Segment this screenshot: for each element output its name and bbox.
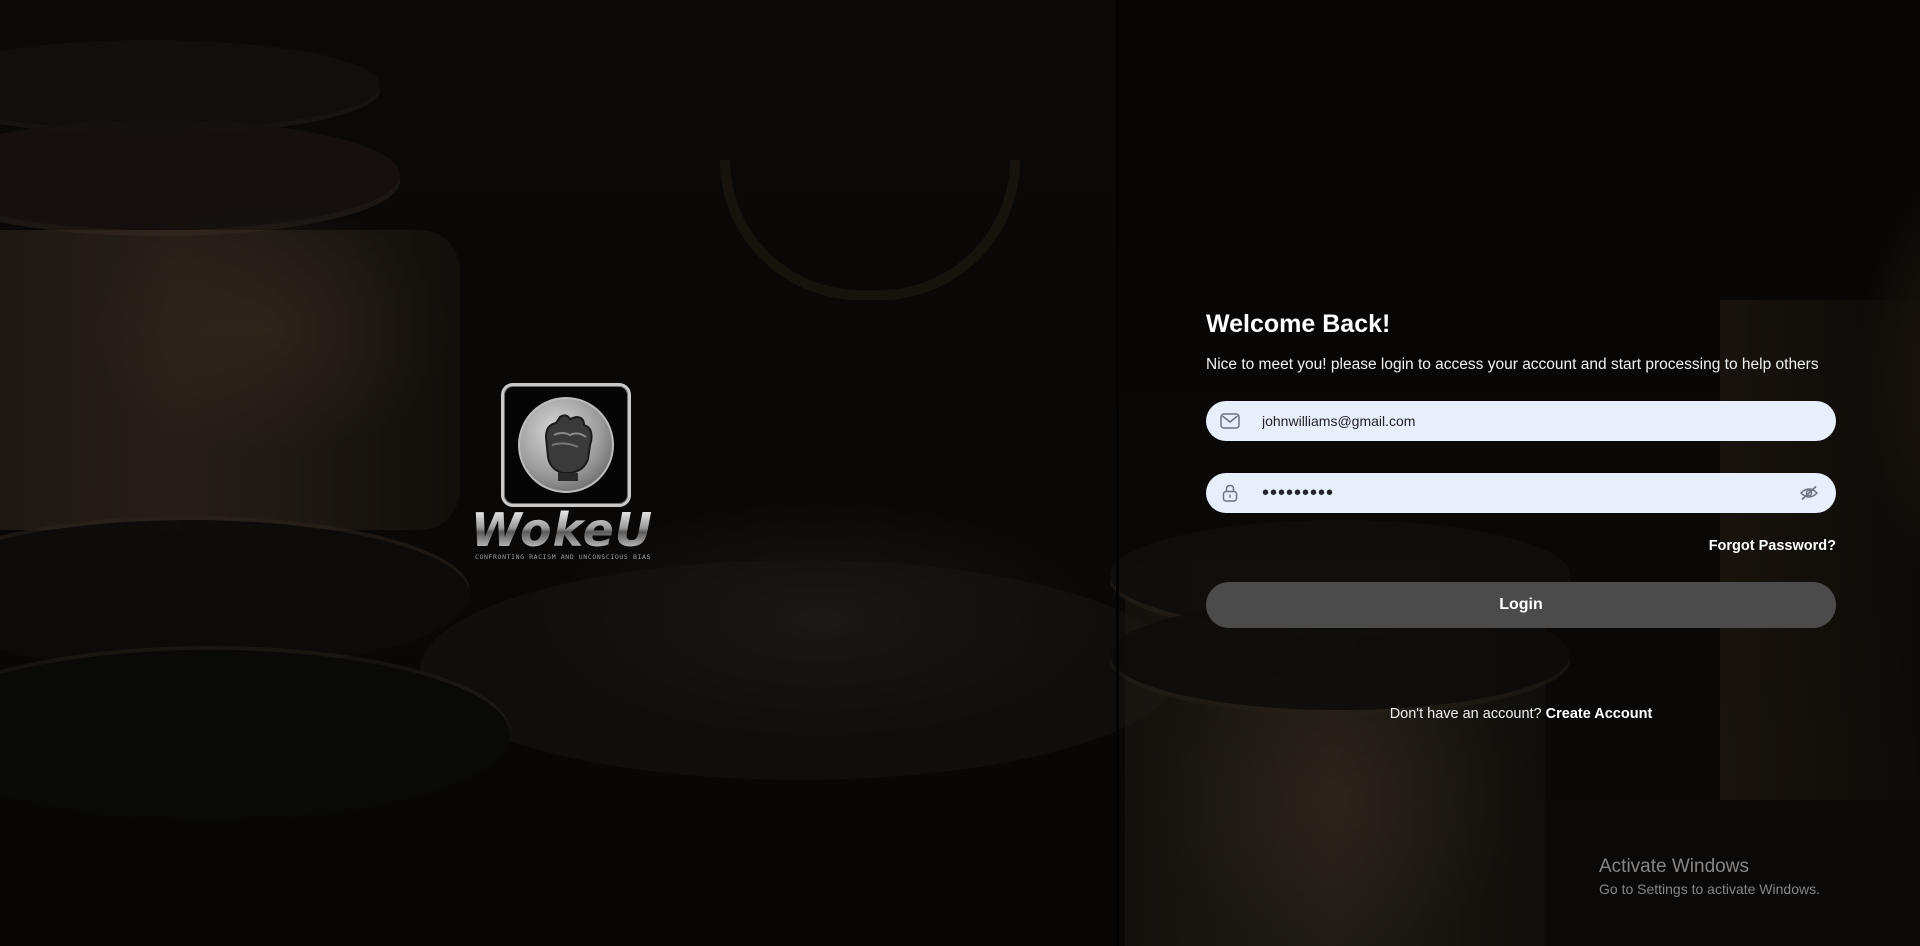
forgot-password-row: Forgot Password? [1206, 537, 1836, 555]
lock-icon [1220, 483, 1240, 503]
brand-logo: WokeU CONFRONTING RACISM AND UNCONSCIOUS… [455, 383, 669, 563]
mail-icon [1220, 411, 1240, 431]
windows-activation-watermark: Activate Windows Go to Settings to activ… [1599, 855, 1820, 898]
page-title: Welcome Back! [1206, 310, 1391, 338]
email-field[interactable] [1206, 401, 1836, 441]
fist-icon [518, 397, 614, 493]
panel-divider [1116, 0, 1119, 946]
password-input[interactable] [1262, 474, 1798, 512]
eye-off-icon[interactable] [1798, 482, 1820, 504]
password-field[interactable] [1206, 473, 1836, 513]
watermark-title: Activate Windows [1599, 856, 1749, 877]
watermark-subtitle: Go to Settings to activate Windows. [1599, 881, 1820, 897]
signup-row: Don't have an account? Create Account [1206, 706, 1836, 722]
sound-block-decoration [420, 560, 1180, 780]
login-form: Welcome Back! Nice to meet you! please l… [1206, 308, 1836, 722]
brand-tagline: CONFRONTING RACISM AND UNCONSCIOUS BIAS [474, 553, 652, 561]
page-subtitle: Nice to meet you! please login to access… [1206, 356, 1819, 373]
create-account-link[interactable]: Create Account [1546, 706, 1653, 722]
gavel-head-decoration [0, 230, 460, 530]
logo-emblem [501, 383, 631, 507]
forgot-password-link[interactable]: Forgot Password? [1709, 538, 1836, 554]
signup-prompt: Don't have an account? [1389, 706, 1546, 722]
email-input[interactable] [1262, 402, 1836, 440]
login-button[interactable]: Login [1206, 582, 1836, 628]
brand-wordmark: WokeU [455, 507, 669, 553]
